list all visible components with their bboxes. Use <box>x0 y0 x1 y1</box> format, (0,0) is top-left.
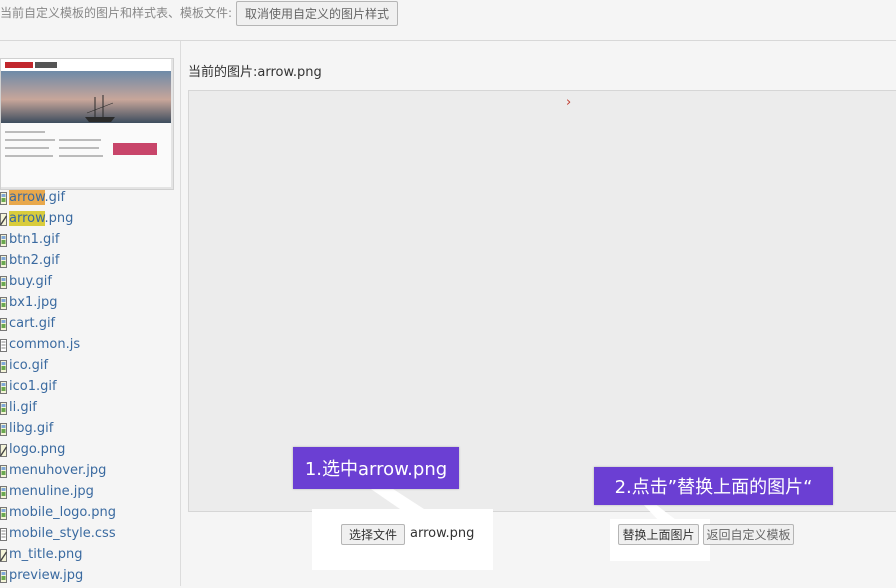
file-name-link[interactable]: mobile_logo.png <box>9 505 116 520</box>
image-file-icon <box>0 318 7 331</box>
file-item[interactable]: m_title.png <box>0 546 180 567</box>
file-item[interactable]: cart.gif <box>0 315 180 336</box>
file-name-link[interactable]: btn1.gif <box>9 232 59 247</box>
file-name-link[interactable]: libg.gif <box>9 421 53 436</box>
file-name-link[interactable]: bx1.jpg <box>9 295 57 310</box>
file-item[interactable]: buy.gif <box>0 273 180 294</box>
image-file-icon <box>0 381 7 394</box>
image-file-icon <box>0 192 7 205</box>
file-name-link[interactable]: li.gif <box>9 400 37 415</box>
file-name-link[interactable]: arrow.gif <box>9 190 65 205</box>
chosen-filename: arrow.png <box>410 526 475 541</box>
file-item[interactable]: arrow.gif <box>0 189 180 210</box>
file-item[interactable]: menuline.jpg <box>0 483 180 504</box>
file-item[interactable]: ico.gif <box>0 357 180 378</box>
arrow-preview-icon: › <box>566 95 572 110</box>
template-preview-thumbnail <box>0 58 174 190</box>
template-files-description: 当前自定义模板的图片和样式表、模板文件: <box>0 6 233 20</box>
file-sidebar: arrow.gif arrow.png btn1.gif btn2.gif buy.gi… <box>0 41 181 586</box>
top-toolbar: 当前自定义模板的图片和样式表、模板文件: 取消使用自定义的图片样式 <box>0 0 896 41</box>
file-item[interactable]: li.gif <box>0 399 180 420</box>
file-item[interactable]: libg.gif <box>0 420 180 441</box>
ship-image-icon <box>85 95 115 122</box>
file-item[interactable]: btn1.gif <box>0 231 180 252</box>
image-file-icon <box>0 570 7 583</box>
file-item[interactable]: common.js <box>0 336 180 357</box>
file-item[interactable]: menuhover.jpg <box>0 462 180 483</box>
file-name-link[interactable]: menuhover.jpg <box>9 463 106 478</box>
choose-file-button[interactable]: 选择文件 <box>341 524 405 545</box>
step2-callout: 2.点击”替换上面的图片“ <box>594 467 833 505</box>
file-name-link[interactable]: ico.gif <box>9 358 48 373</box>
file-name-link[interactable]: menuline.jpg <box>9 484 94 499</box>
image-file-icon <box>0 276 7 289</box>
image-file-icon <box>0 423 7 436</box>
replace-image-button[interactable]: 替换上面图片 <box>618 524 699 545</box>
image-file-icon <box>0 465 7 478</box>
cancel-custom-style-button[interactable]: 取消使用自定义的图片样式 <box>236 1 398 26</box>
back-to-template-button[interactable]: 返回自定义模板 <box>703 524 794 545</box>
file-name-link[interactable]: logo.png <box>9 442 65 457</box>
file-name-link[interactable]: preview.jpg <box>9 568 83 583</box>
file-item[interactable]: preview.jpg <box>0 567 180 588</box>
file-item[interactable]: ico1.gif <box>0 378 180 399</box>
highlighted-filename-part: arrow <box>9 211 45 226</box>
file-name-link[interactable]: mobile_style.css <box>9 526 116 541</box>
file-item[interactable]: mobile_logo.png <box>0 504 180 525</box>
image-file-icon <box>0 297 7 310</box>
text-file-icon <box>0 339 7 352</box>
step1-callout: 1.选中arrow.png <box>293 447 459 489</box>
callout-2-pointer <box>642 503 676 520</box>
callout-1-pointer <box>368 487 424 509</box>
image-file-icon <box>0 360 7 373</box>
file-item[interactable]: mobile_style.css <box>0 525 180 546</box>
edit-image-file-icon <box>0 213 8 226</box>
image-file-icon <box>0 402 7 415</box>
edit-image-file-icon <box>0 444 8 457</box>
file-name-link[interactable]: btn2.gif <box>9 253 59 268</box>
text-file-icon <box>0 528 7 541</box>
file-item[interactable]: arrow.png <box>0 210 180 231</box>
edit-image-file-icon <box>0 549 8 562</box>
file-name-link[interactable]: m_title.png <box>9 547 82 562</box>
file-name-link[interactable]: ico1.gif <box>9 379 57 394</box>
image-file-icon <box>0 234 7 247</box>
current-image-label: 当前的图片:arrow.png <box>188 65 322 80</box>
image-file-icon <box>0 255 7 268</box>
file-name-link[interactable]: common.js <box>9 337 80 352</box>
file-item[interactable]: btn2.gif <box>0 252 180 273</box>
file-name-link[interactable]: buy.gif <box>9 274 52 289</box>
file-name-link[interactable]: arrow.png <box>9 211 73 226</box>
file-item[interactable]: bx1.jpg <box>0 294 180 315</box>
image-file-icon <box>0 507 7 520</box>
highlighted-filename-part: arrow <box>9 190 45 205</box>
file-name-link[interactable]: cart.gif <box>9 316 55 331</box>
image-file-icon <box>0 486 7 499</box>
file-item[interactable]: logo.png <box>0 441 180 462</box>
